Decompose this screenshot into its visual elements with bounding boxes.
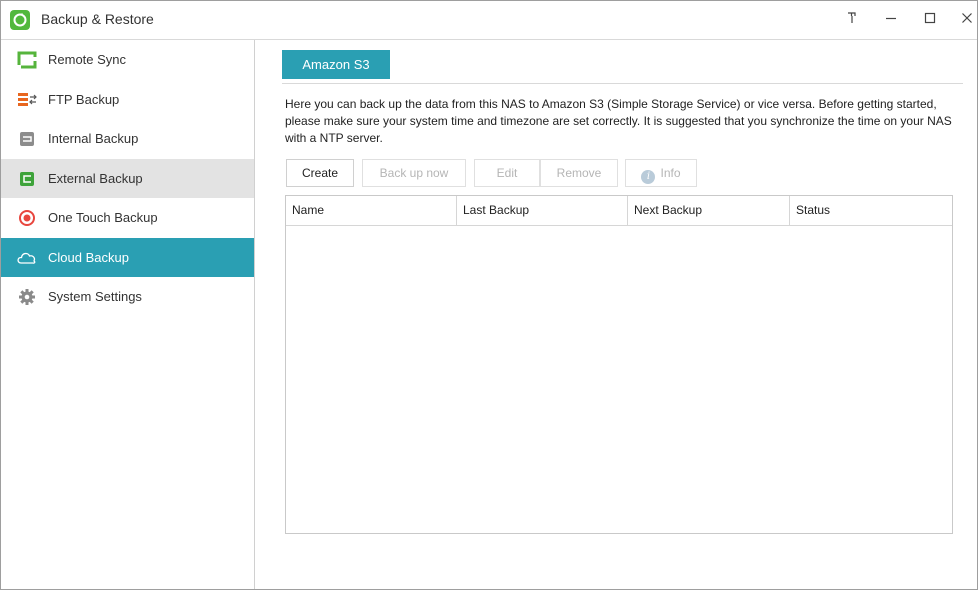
backup-jobs-table: Name Last Backup Next Backup Status xyxy=(285,195,953,534)
one-touch-backup-icon xyxy=(16,207,38,229)
description-text: Here you can back up the data from this … xyxy=(285,97,952,145)
sidebar-item-label: External Backup xyxy=(48,170,143,186)
sidebar-item-one-touch-backup[interactable]: One Touch Backup xyxy=(1,198,254,238)
back-up-now-button[interactable]: Back up now xyxy=(362,159,466,187)
sidebar-item-label: Remote Sync xyxy=(48,52,127,67)
backup-restore-window: Backup & Restore Remote Sync FTP Backup … xyxy=(0,0,978,590)
info-button-label: Info xyxy=(660,166,681,180)
sidebar-item-ftp-backup[interactable]: FTP Backup xyxy=(1,80,254,120)
pin-icon[interactable] xyxy=(841,7,863,29)
sidebar-item-label: Cloud Backup xyxy=(48,249,129,265)
sidebar-item-label: Internal Backup xyxy=(48,131,139,146)
title-bar: Backup & Restore xyxy=(1,1,977,40)
sidebar-item-label: System Settings xyxy=(48,289,142,304)
app-logo-icon xyxy=(10,10,30,30)
cloud-icon xyxy=(16,247,38,269)
window-title: Backup & Restore xyxy=(41,11,154,27)
sidebar-item-remote-sync[interactable]: Remote Sync xyxy=(1,40,254,80)
internal-backup-icon xyxy=(16,128,38,150)
external-backup-icon xyxy=(16,168,38,190)
sidebar-item-external-backup[interactable]: External Backup xyxy=(1,158,254,198)
sidebar-item-label: One Touch Backup xyxy=(48,210,158,225)
remove-button[interactable]: Remove xyxy=(540,159,618,187)
column-header-name[interactable]: Name xyxy=(286,196,457,225)
maximize-button[interactable] xyxy=(919,7,941,29)
info-icon: i xyxy=(641,170,656,184)
tab-amazon-s3[interactable]: Amazon S3 xyxy=(282,50,390,79)
table-header: Name Last Backup Next Backup Status xyxy=(286,196,952,226)
sidebar-item-system-settings[interactable]: System Settings xyxy=(1,277,254,317)
column-header-status[interactable]: Status xyxy=(790,196,952,225)
remote-sync-icon xyxy=(16,49,38,71)
sidebar: Remote Sync FTP Backup Internal Backup E… xyxy=(1,40,255,589)
minimize-button[interactable] xyxy=(880,7,902,29)
sidebar-item-internal-backup[interactable]: Internal Backup xyxy=(1,119,254,159)
gear-icon xyxy=(16,286,38,308)
tab-divider xyxy=(282,83,963,84)
sidebar-item-label: FTP Backup xyxy=(48,91,120,107)
ftp-backup-icon xyxy=(16,89,38,111)
main-panel: Amazon S3 Here you can back up the data … xyxy=(255,40,977,589)
create-button[interactable]: Create xyxy=(286,159,354,187)
edit-button[interactable]: Edit xyxy=(474,159,540,187)
column-header-next-backup[interactable]: Next Backup xyxy=(628,196,790,225)
column-header-last-backup[interactable]: Last Backup xyxy=(457,196,628,225)
close-button[interactable] xyxy=(956,7,978,29)
info-button[interactable]: i Info xyxy=(625,159,697,187)
sidebar-item-cloud-backup[interactable]: Cloud Backup xyxy=(1,237,254,277)
